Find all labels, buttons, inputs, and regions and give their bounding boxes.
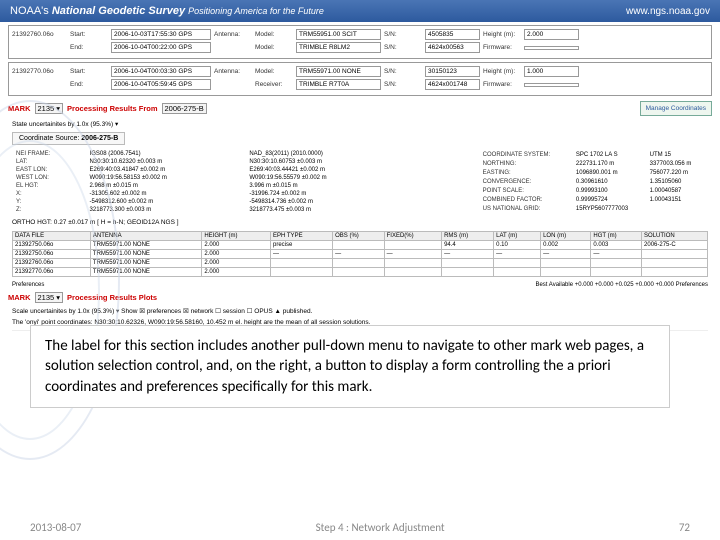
table-row: 21392750.06oTRM55971.00 NONE2.000——————— bbox=[13, 250, 708, 259]
file-panel: 21392760.06oStart:2006-10-03T17:55:30 GP… bbox=[8, 25, 712, 59]
table-header: HEIGHT (m) bbox=[202, 232, 271, 241]
table-header: OBS (%) bbox=[333, 232, 385, 241]
slide-footer: 2013-08-07 Step 4 : Network Adjustment 7… bbox=[0, 521, 720, 534]
coordinate-tables: NEI FRAME:IGS08 (2006.7541)LAT:N30:30:10… bbox=[12, 149, 708, 215]
table-header: EPH TYPE bbox=[271, 232, 333, 241]
results-from-label: Processing Results From bbox=[67, 104, 157, 113]
mark-plots-header: MARK 2135 ▾ Processing Results Plots bbox=[0, 290, 720, 305]
scale-uncertainties[interactable]: State uncertainites by 1.0x (95.3%) ▾ bbox=[0, 118, 720, 130]
data-file-table: DATA FILEANTENNAHEIGHT (m)EPH TYPEOBS (%… bbox=[12, 231, 708, 277]
footer-step: Step 4 : Network Adjustment bbox=[316, 521, 445, 534]
noaa-banner: NOAA's National Geodetic Survey Position… bbox=[0, 0, 720, 22]
prefs-right[interactable]: Best Available +0.000 +0.000 +0.025 +0.0… bbox=[535, 282, 708, 288]
mark-select[interactable]: 2135 ▾ bbox=[35, 103, 64, 114]
plots-mark-select[interactable]: 2135 ▾ bbox=[35, 292, 64, 303]
table-header: SOLUTION bbox=[642, 232, 708, 241]
footer-page: 72 bbox=[679, 521, 690, 534]
table-header: RMS (m) bbox=[442, 232, 494, 241]
table-header: LAT (m) bbox=[494, 232, 541, 241]
table-header: HGT (m) bbox=[591, 232, 642, 241]
coord-source: Coordinate Source: 2006-275-B bbox=[12, 132, 125, 145]
project-select[interactable]: 2006-275-B bbox=[162, 103, 207, 114]
prefs-row: Preferences Best Available +0.000 +0.000… bbox=[0, 280, 720, 290]
table-header: LON (m) bbox=[541, 232, 591, 241]
mark-label: MARK bbox=[8, 104, 31, 113]
explanation-callout: The label for this section includes anot… bbox=[30, 325, 670, 408]
plots-scale-row[interactable]: Scale uncertainites by 1.0x (95.3%) ▾ Sh… bbox=[0, 305, 720, 317]
banner-title: NOAA's National Geodetic Survey Position… bbox=[10, 5, 324, 17]
mark-results-header: MARK 2135 ▾ Processing Results From 2006… bbox=[0, 99, 720, 118]
banner-url: www.ngs.noaa.gov bbox=[626, 6, 710, 17]
footer-date: 2013-08-07 bbox=[30, 521, 81, 534]
file-panel: 21392770.06oStart:2006-10-04T00:03:30 GP… bbox=[8, 62, 712, 96]
prefs-left[interactable]: Preferences bbox=[12, 282, 44, 288]
table-header: FIXED(%) bbox=[384, 232, 441, 241]
table-row: 21392770.06oTRM55971.00 NONE2.000 bbox=[13, 268, 708, 277]
manage-coordinates-button[interactable]: Manage Coordinates bbox=[640, 101, 712, 116]
table-header: DATA FILE bbox=[13, 232, 91, 241]
table-header: ANTENNA bbox=[90, 232, 201, 241]
table-row: 21392750.06oTRM55971.00 NONE2.000precise… bbox=[13, 241, 708, 250]
table-row: 21392760.06oTRM55971.00 NONE2.000 bbox=[13, 259, 708, 268]
ortho-height: ORTHO HGT: 0.27 ±0.017 m [ H = h-N; GEOI… bbox=[0, 217, 720, 228]
